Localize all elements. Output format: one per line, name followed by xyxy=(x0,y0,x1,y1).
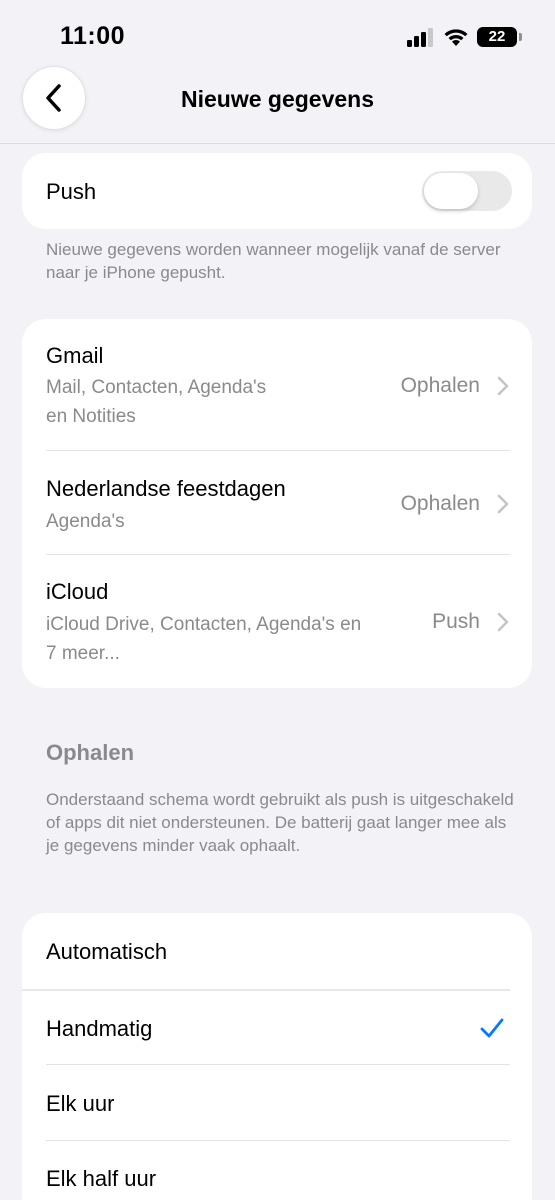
account-name: iCloud xyxy=(46,579,109,604)
account-name: Nederlandse feestdagen xyxy=(46,476,286,501)
account-sub: Agenda's xyxy=(46,511,125,532)
option-handmatig[interactable]: Handmatig xyxy=(22,991,532,1064)
account-row-nederlandse-feestdagen[interactable]: Nederlandse feestdagen Agenda's Ophalen xyxy=(22,451,532,554)
option-label: Elk uur xyxy=(46,1091,115,1116)
fetch-section-header: Ophalen xyxy=(46,740,135,765)
chevron-right-icon xyxy=(497,612,509,632)
option-automatisch[interactable]: Automatisch xyxy=(22,913,532,989)
fetch-footnote: Onderstaand schema wordt gebruikt als pu… xyxy=(46,790,514,855)
signal-icon xyxy=(407,28,433,47)
chevron-right-icon xyxy=(497,376,509,396)
account-row-gmail[interactable]: Gmail Mail, Contacten, Agenda's en Notit… xyxy=(22,319,532,450)
push-card: Push xyxy=(22,153,532,229)
status-bar: 11:00 22 xyxy=(0,0,555,70)
account-sub: 7 meer... xyxy=(46,643,120,664)
fetch-options-card: Automatisch Handmatig Elk uur Elk half u… xyxy=(22,913,532,1200)
account-value: Ophalen xyxy=(400,492,480,515)
push-footnote: Nieuwe gegevens worden wanneer mogelijk … xyxy=(46,240,501,282)
accounts-card: Gmail Mail, Contacten, Agenda's en Notit… xyxy=(22,319,532,688)
option-label: Handmatig xyxy=(46,1016,153,1041)
chevron-right-icon xyxy=(497,494,509,514)
account-row-icloud[interactable]: iCloud iCloud Drive, Contacten, Agenda's… xyxy=(22,555,532,688)
battery-level: 22 xyxy=(488,28,506,45)
status-icons: 22 xyxy=(407,24,522,50)
wifi-icon xyxy=(444,29,468,46)
account-sub: en Notities xyxy=(46,406,136,427)
page-title: Nieuwe gegevens xyxy=(180,86,375,112)
account-value: Ophalen xyxy=(400,374,480,397)
checkmark-icon xyxy=(480,1018,504,1038)
battery-icon: 22 xyxy=(477,27,522,47)
push-label: Push xyxy=(46,179,97,204)
option-label: Automatisch xyxy=(46,939,168,964)
nav-divider xyxy=(0,143,555,144)
account-name: Gmail xyxy=(46,343,104,368)
battery-cap xyxy=(519,33,522,41)
account-value: Push xyxy=(432,610,480,633)
account-sub: Mail, Contacten, Agenda's xyxy=(46,377,267,398)
option-label: Elk half uur xyxy=(46,1166,157,1191)
account-sub: iCloud Drive, Contacten, Agenda's en xyxy=(46,614,362,635)
option-elk-uur[interactable]: Elk uur xyxy=(22,1065,532,1140)
status-time: 11:00 xyxy=(60,22,126,50)
option-elk-half-uur[interactable]: Elk half uur xyxy=(22,1141,532,1200)
push-toggle[interactable] xyxy=(422,171,512,211)
toggle-knob xyxy=(424,173,478,209)
